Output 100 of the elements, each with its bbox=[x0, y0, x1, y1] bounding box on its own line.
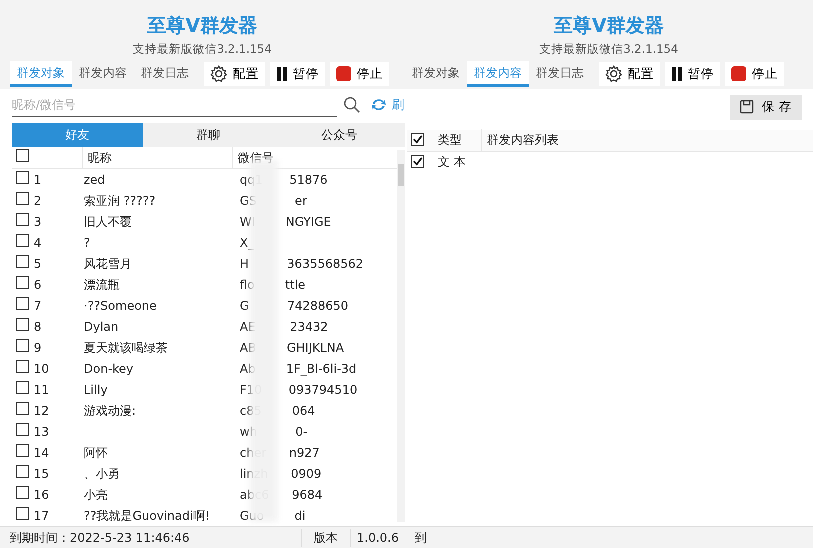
table-cell-text: 、小勇 bbox=[84, 466, 121, 482]
table-cell-text: AB GHIJKLNA bbox=[240, 340, 344, 356]
checkbox[interactable] bbox=[16, 254, 29, 268]
table-cell-text: 风花雪月 bbox=[84, 256, 133, 272]
row-number: 11 bbox=[34, 382, 50, 398]
checkbox[interactable] bbox=[16, 338, 29, 352]
table-cell-text: 阿怀 bbox=[84, 444, 109, 462]
table-cell-text: ·??Someone bbox=[84, 298, 158, 314]
row-number: 6 bbox=[34, 276, 43, 294]
segment-tab[interactable]: 公众号 bbox=[274, 123, 405, 147]
checkbox[interactable] bbox=[16, 318, 29, 330]
pause-icon bbox=[276, 66, 288, 82]
row-number: 3 bbox=[34, 214, 43, 230]
toolbar-button[interactable]: 配置 bbox=[599, 62, 660, 86]
checkbox[interactable] bbox=[16, 148, 29, 162]
row-number: 7 bbox=[34, 298, 43, 314]
table-cell-text: AE 23432 bbox=[240, 318, 328, 336]
refresh-icon bbox=[371, 98, 387, 112]
table-cell-text: H 3635568562 bbox=[240, 256, 364, 272]
tab[interactable]: 群发内容 bbox=[467, 61, 529, 87]
table-cell-text: Lilly bbox=[84, 382, 109, 398]
table-cell-text: 文 本 bbox=[438, 154, 466, 172]
row-number: 9 bbox=[34, 340, 43, 356]
table-cell-text: 索亚润 ????? bbox=[84, 192, 157, 210]
row-number: 12 bbox=[34, 402, 50, 420]
row-number: 15 bbox=[34, 466, 50, 482]
row-number: 4 bbox=[34, 234, 43, 252]
settings-icon bbox=[605, 65, 623, 83]
checkbox[interactable] bbox=[411, 133, 424, 146]
toolbar-button[interactable]: 配置 bbox=[204, 62, 265, 86]
table-cell-text: Ab 1F_Bl-6li-3d bbox=[240, 360, 357, 378]
checkbox[interactable] bbox=[16, 422, 29, 436]
checkbox[interactable] bbox=[16, 444, 29, 456]
checkbox[interactable] bbox=[16, 192, 29, 204]
tab[interactable]: 群发日志 bbox=[529, 61, 591, 87]
toolbar-button[interactable]: 暂停 bbox=[270, 62, 325, 86]
tab[interactable]: 群发内容 bbox=[72, 61, 134, 87]
toolbar-button[interactable]: 停止 bbox=[725, 62, 784, 86]
table-cell-text: WI NGYIGE bbox=[240, 214, 332, 230]
row-number: 16 bbox=[34, 486, 50, 504]
checkbox[interactable] bbox=[16, 296, 29, 310]
table-cell-text: X_ bbox=[240, 234, 254, 252]
check-icon bbox=[412, 135, 422, 144]
expiry-label: 到期时间：2022-5-23 11:46:46 bbox=[9, 530, 190, 546]
app-title: 至尊V群发器 bbox=[146, 14, 258, 38]
checkbox[interactable] bbox=[16, 276, 29, 288]
checkbox[interactable] bbox=[16, 234, 29, 246]
toolbar-button[interactable]: 停止 bbox=[330, 62, 389, 86]
row-number: 8 bbox=[34, 318, 43, 336]
stop-icon bbox=[336, 66, 352, 82]
check-icon bbox=[412, 157, 422, 166]
checkbox[interactable] bbox=[16, 212, 29, 226]
column-header: 昵称 bbox=[82, 146, 232, 168]
segment-tab[interactable]: 群聊 bbox=[143, 123, 274, 147]
table-cell-text: G 74288650 bbox=[240, 298, 349, 314]
checkbox[interactable] bbox=[16, 486, 29, 498]
app-subtitle: 支持最新版微信3.2.1.154 bbox=[538, 41, 680, 57]
checkbox[interactable] bbox=[411, 155, 424, 168]
checkbox[interactable] bbox=[16, 402, 29, 414]
tab[interactable]: 群发日志 bbox=[134, 61, 196, 87]
table-cell-text: ??我就是Guovinadi啊! bbox=[84, 508, 212, 524]
search-icon bbox=[343, 96, 361, 114]
toolbar-button[interactable]: 暂停 bbox=[665, 62, 720, 86]
table-cell-text: GS er bbox=[240, 192, 308, 210]
pause-icon bbox=[671, 66, 683, 82]
row-number: 10 bbox=[34, 360, 50, 378]
table-cell-text: 漂流瓶 bbox=[84, 276, 121, 294]
table-cell-text: ? bbox=[84, 234, 92, 252]
row-number: 2 bbox=[34, 192, 43, 210]
table-cell-text: flo ttle bbox=[240, 276, 306, 294]
settings-icon bbox=[210, 65, 228, 83]
scrollbar[interactable] bbox=[397, 150, 405, 522]
checkbox[interactable] bbox=[16, 464, 29, 478]
checkbox[interactable] bbox=[16, 170, 29, 184]
save-button[interactable]: 保 存 bbox=[730, 95, 802, 120]
column-header: 群发内容列表 bbox=[481, 129, 801, 152]
app-subtitle: 支持最新版微信3.2.1.154 bbox=[132, 41, 273, 57]
row-number: 5 bbox=[34, 256, 43, 272]
table-cell-text: 夏天就该喝绿茶 bbox=[84, 340, 169, 356]
app-title: 至尊V群发器 bbox=[553, 14, 665, 38]
checkbox[interactable] bbox=[16, 506, 29, 520]
table-cell-text: 旧人不覆 bbox=[84, 214, 133, 230]
tab[interactable]: 群发对象 bbox=[405, 61, 467, 87]
column-header: 类型 bbox=[437, 132, 463, 150]
tab[interactable]: 群发对象 bbox=[10, 61, 72, 87]
row-number: 13 bbox=[34, 424, 50, 440]
table-cell-text: Guo di bbox=[240, 508, 306, 524]
row-number: 17 bbox=[34, 508, 50, 524]
table-cell-text: 游戏动漫: bbox=[84, 402, 138, 420]
checkbox[interactable] bbox=[16, 360, 29, 372]
checkbox[interactable] bbox=[16, 380, 29, 394]
row-number: 14 bbox=[34, 444, 50, 462]
table-cell-text: 小亮 bbox=[84, 486, 109, 504]
save-icon bbox=[740, 100, 754, 114]
stop-icon bbox=[731, 66, 747, 82]
table-cell-text: wh 0- bbox=[240, 424, 308, 440]
version-label: 版本 bbox=[301, 528, 350, 546]
scrollbar-thumb[interactable] bbox=[398, 164, 404, 186]
segment-tab[interactable]: 好友 bbox=[12, 123, 143, 147]
expiry-label: 到 bbox=[414, 530, 427, 546]
